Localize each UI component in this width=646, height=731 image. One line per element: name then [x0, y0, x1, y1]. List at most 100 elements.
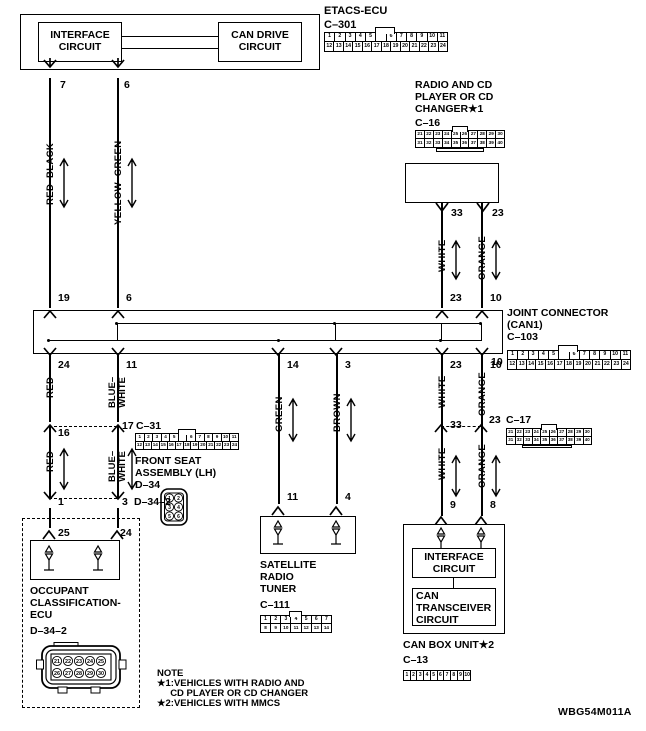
pin-cell-5: 5 [366, 33, 377, 42]
pin-cell-6: 6 [569, 351, 580, 360]
occupant-title-3: ECU [30, 609, 53, 621]
pin-cell-29: 29 [487, 131, 497, 139]
pin-cell-24: 24 [621, 360, 631, 369]
pin-cell-26: 26 [549, 429, 558, 437]
pin-cell-13: 13 [517, 360, 527, 369]
satellite-connector-code: C–111 [260, 599, 290, 611]
wire-label-green: GREEN [274, 396, 285, 432]
pin-etacs-left: 7 [60, 79, 66, 91]
wire-label-brown: BROWN [332, 393, 343, 432]
connector-c16[interactable]: 21 22 23 24 25 26 27 28 29 30 31 32 33 34 35 36 37 38 39 4… [415, 130, 505, 148]
front-seat-title-2: ASSEMBLY (LH) [135, 467, 217, 479]
pin-cell-24: 24 [442, 131, 452, 139]
connector-c16-base [436, 148, 484, 152]
connector-c13[interactable]: 1 2 3 4 5 6 7 8 9 10 [403, 670, 471, 681]
pin-cell-11: 11 [620, 351, 630, 360]
pin-radio-out-right: 23 [492, 207, 504, 219]
wire-label-blue-white-lower: BLUE– WHITE [107, 450, 128, 482]
pin-cell-2: 2 [518, 351, 529, 360]
wire-label-red-lower: RED [45, 450, 56, 472]
pin-radio-out-left: 33 [451, 207, 463, 219]
satellite-internal-symbols [273, 519, 341, 545]
pin-cell-13: 13 [143, 441, 152, 449]
connector-c17-row-bottom: 31 32 33 34 35 36 37 38 39 40 [507, 436, 591, 444]
pin-cell-40: 40 [496, 139, 505, 147]
connector-c103-notch [558, 345, 578, 352]
pin-cell-11: 11 [291, 624, 302, 632]
canbox-title: CAN BOX UNIT★2 [403, 639, 495, 651]
connector-c31-notch [178, 429, 196, 435]
arrow-bidir-red-lower [59, 447, 69, 491]
pin-cell-16: 16 [545, 360, 556, 369]
joint-connector-title-2: (CAN1) [507, 319, 543, 331]
pin-sat-bot-left: 11 [287, 491, 299, 503]
pin-cell-39: 39 [575, 436, 584, 444]
pin-cell-1: 1 [261, 616, 272, 624]
connector-d34-2[interactable]: 21 22 23 24 25 26 27 28 29 30 [36, 642, 132, 698]
connector-c31-row-bottom: 12 13 14 15 16 17 18 19 20 21 22 23 24 [136, 441, 238, 449]
pin-cell-21: 21 [410, 42, 420, 51]
connector-c111-row-bottom: 8 9 10 11 12 13 14 [261, 624, 331, 632]
pin-cell-4: 4 [538, 351, 549, 360]
pin-cell-4: 4 [355, 33, 366, 42]
radio-title-1: RADIO AND CD [415, 79, 493, 91]
pin-cell-9: 9 [271, 624, 282, 632]
connector-notch-cell [559, 351, 570, 360]
pin-cell-23: 23 [223, 441, 232, 449]
connector-c31[interactable]: 1 2 3 4 5 6 7 8 9 10 11 12 13 14 15 16 17 18 19 20 21 22 23 24 [135, 433, 239, 450]
pin-cell-23: 23 [429, 42, 439, 51]
arrow-bidir-orange-lower [491, 454, 501, 498]
pin-cell-26: 26 [460, 131, 470, 139]
svg-text:21: 21 [54, 659, 60, 665]
svg-text:26: 26 [54, 671, 60, 677]
occupant-title-2: CLASSIFICATION- [30, 597, 121, 609]
pin-cell-22: 22 [215, 441, 224, 449]
pin-cell-18: 18 [183, 441, 192, 449]
pin-cell-11: 11 [437, 33, 447, 42]
connector-c301[interactable]: 1 2 3 4 5 6 7 8 9 10 11 12 13 14 15 16 17 18 19 20 21 22 23 24 [324, 32, 448, 52]
arrow-bidir-brown [346, 397, 356, 443]
connector-c16-row-bottom: 31 32 33 34 35 36 37 38 39 40 [416, 139, 505, 147]
pin-cell-2: 2 [335, 33, 346, 42]
pin-joint-out-right: 11 [126, 359, 138, 371]
pin-cell-28: 28 [478, 131, 488, 139]
connector-c103[interactable]: 1 2 3 4 5 6 7 8 9 10 11 12 13 14 15 16 17 18 19 20 21 22 23 24 [507, 350, 631, 370]
pin-cell-35: 35 [541, 436, 550, 444]
pin-cell-8: 8 [204, 434, 214, 442]
pin-cell-7: 7 [579, 351, 590, 360]
pin-cell-15: 15 [536, 360, 546, 369]
connector-c17[interactable]: 21 22 23 24 25 26 27 28 29 30 31 32 33 34 35 36 37 38 39 4… [506, 428, 592, 445]
occupant-connector-code: D–34–2 [30, 625, 67, 637]
canbox-interface-circuit-label: INTERFACE CIRCUIT [424, 551, 484, 575]
pin-cell-12: 12 [508, 360, 518, 369]
front-seat-title-1: FRONT SEAT [135, 455, 202, 467]
connector-c111[interactable]: 1234567 8 9 10 11 12 13 14 [260, 615, 332, 633]
occupant-title-1: OCCUPANT [30, 585, 89, 597]
satellite-terminal-arrows [271, 505, 343, 516]
pin-cell-3: 3 [281, 616, 292, 624]
pin-cell-1: 1 [404, 671, 411, 680]
pin-cell-2: 2 [144, 434, 154, 442]
occupant-ecu-internal-symbols [44, 544, 103, 571]
joint-connector-title-1: JOINT CONNECTOR [507, 307, 609, 319]
pin-cell-13: 13 [334, 42, 344, 51]
pin-cell-3: 3 [528, 351, 539, 360]
pin-cell-22: 22 [602, 360, 613, 369]
pin-canbox-right: 8 [490, 499, 496, 511]
pin-sat-bot-right: 4 [345, 491, 351, 503]
pin-cell-14: 14 [321, 624, 331, 632]
pin-cell-20: 20 [583, 360, 594, 369]
pin-cell-8: 8 [261, 624, 272, 632]
svg-text:5: 5 [168, 514, 171, 520]
wire-label-red-upper: RED [45, 376, 56, 398]
connector-c111-row-top: 1234567 [261, 616, 331, 624]
pin-cell-5: 5 [549, 351, 560, 360]
pin-cell-22: 22 [424, 131, 434, 139]
pin-cell-15: 15 [353, 42, 363, 51]
svg-text:28: 28 [76, 671, 82, 677]
pin-cell-36: 36 [460, 139, 470, 147]
arrow-bidir-yellow-green [127, 157, 137, 209]
connector-notch-cell [178, 434, 188, 442]
pin-cell-6: 6 [187, 434, 197, 442]
pin-cell-21: 21 [207, 441, 216, 449]
